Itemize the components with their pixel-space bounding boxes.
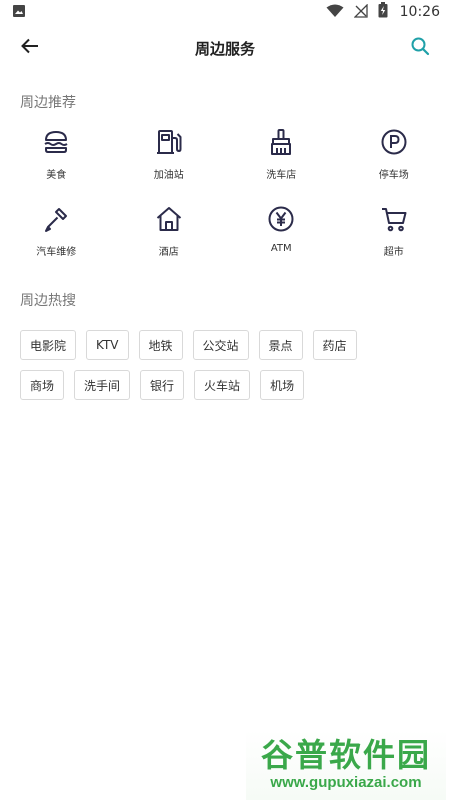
grid-label: ATM — [270, 243, 292, 254]
app-bar: 周边服务 — [0, 24, 450, 72]
no-signal-icon — [353, 2, 368, 22]
grid-item-parking[interactable]: 停车场 — [338, 126, 450, 203]
hot-tag-airport[interactable]: 机场 — [260, 370, 305, 400]
grid-label: 洗车店 — [266, 170, 297, 181]
watermark-url: www.gupuxiazai.com — [270, 774, 422, 791]
hot-section-title: 周边热搜 — [20, 293, 76, 309]
status-time: 10:26 — [399, 4, 440, 20]
search-button[interactable] — [404, 34, 436, 62]
parking-icon — [378, 126, 410, 158]
watermark-title: 谷普软件园 — [260, 736, 431, 774]
fuel-pump-icon — [153, 126, 185, 158]
hot-tag-ktv[interactable]: KTV — [86, 330, 129, 360]
watermark-logo: 谷普软件园 www.gupuxiazai.com — [246, 730, 446, 800]
hot-tag-bus-stop[interactable]: 公交站 — [192, 330, 249, 360]
grid-item-car-repair[interactable]: 汽车维修 — [0, 203, 113, 280]
grid-item-gas-station[interactable]: 加油站 — [113, 126, 226, 203]
hot-tag-restroom[interactable]: 洗手间 — [74, 370, 131, 400]
grid-item-supermarket[interactable]: 超市 — [338, 203, 450, 280]
grid-item-food[interactable]: 美食 — [0, 126, 113, 203]
status-bar: 10:26 — [0, 0, 450, 24]
brush-icon — [265, 126, 297, 158]
grid-label: 酒店 — [158, 247, 179, 258]
grid-label: 美食 — [46, 170, 67, 181]
grid-label: 汽车维修 — [36, 247, 77, 258]
grid-item-atm[interactable]: ATM — [225, 203, 338, 280]
arrow-left-icon — [20, 37, 40, 59]
recommend-section-title: 周边推荐 — [20, 95, 76, 111]
burger-icon — [40, 126, 72, 158]
hot-tag-bank[interactable]: 银行 — [140, 370, 185, 400]
grid-label: 超市 — [383, 247, 404, 258]
yen-icon — [265, 203, 297, 235]
battery-charging-icon — [378, 2, 388, 22]
wifi-icon — [326, 3, 344, 22]
image-icon — [12, 3, 26, 22]
grid-item-hotel[interactable]: 酒店 — [113, 203, 226, 280]
recommend-grid: 美食 加油站 洗车店 停车场 汽车维修 酒店 ATM 超市 — [0, 126, 450, 280]
grid-label: 停车场 — [378, 170, 409, 181]
house-icon — [153, 203, 185, 235]
hot-tag-cinema[interactable]: 电影院 — [20, 330, 77, 360]
hot-tag-attraction[interactable]: 景点 — [258, 330, 303, 360]
back-button[interactable] — [14, 34, 46, 62]
hot-tag-pharmacy[interactable]: 药店 — [312, 330, 357, 360]
page-title: 周边服务 — [194, 39, 255, 58]
hot-tags: 电影院 KTV 地铁 公交站 景点 药店 商场 洗手间 银行 火车站 机场 — [0, 330, 420, 400]
search-icon — [410, 36, 430, 60]
hot-tag-train-station[interactable]: 火车站 — [194, 370, 251, 400]
grid-item-car-wash[interactable]: 洗车店 — [225, 126, 338, 203]
grid-label: 加油站 — [153, 170, 184, 181]
hot-tag-mall[interactable]: 商场 — [20, 370, 65, 400]
hot-tag-subway[interactable]: 地铁 — [138, 330, 183, 360]
screwdriver-icon — [40, 203, 72, 235]
cart-icon — [378, 203, 410, 235]
